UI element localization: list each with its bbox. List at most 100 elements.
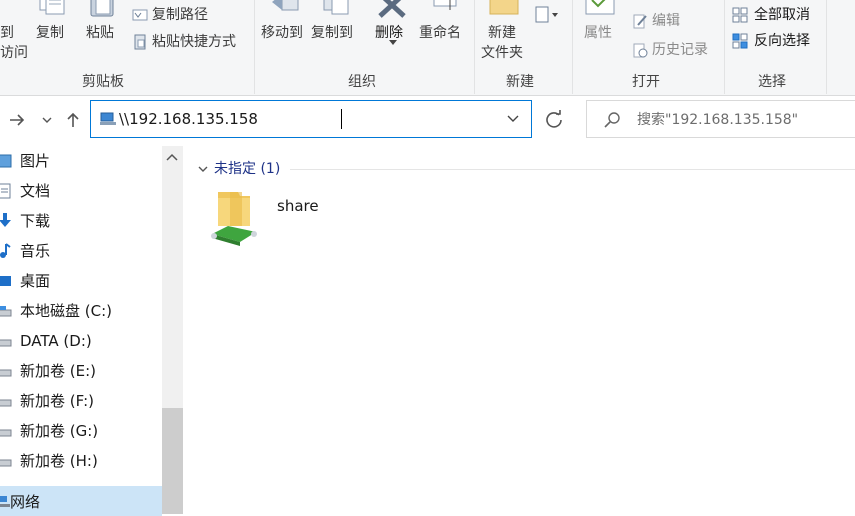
search-box[interactable]: 搜索"192.168.135.158" xyxy=(586,100,855,138)
copy-to-label: 复制到 xyxy=(311,25,353,41)
new-group-label: 新建 xyxy=(506,74,534,90)
new-folder-icon xyxy=(489,0,519,15)
drive-icon xyxy=(0,459,12,467)
nav-item-downloads[interactable]: 下载 xyxy=(0,206,162,236)
move-to-button[interactable]: 移动到 xyxy=(260,0,310,48)
new-folder-button[interactable]: 新建 文件夹 xyxy=(480,0,528,64)
nav-item-drive-g[interactable]: 新加卷 (G:) xyxy=(0,416,162,446)
desktop-icon xyxy=(0,276,11,286)
new-item-button[interactable] xyxy=(532,4,562,26)
nav-item-label: 新加卷 (E:) xyxy=(20,362,97,380)
move-to-icon xyxy=(272,0,299,11)
edit-button[interactable]: 编辑 xyxy=(630,11,700,31)
search-input[interactable]: 搜索"192.168.135.158" xyxy=(637,111,798,129)
documents-icon xyxy=(0,183,11,199)
nav-item-network[interactable]: 网络 xyxy=(0,486,162,516)
edit-label: 编辑 xyxy=(652,13,680,29)
select-group-label: 选择 xyxy=(758,74,786,90)
nav-item-drive-h[interactable]: 新加卷 (H:) xyxy=(0,446,162,476)
copy-path-label: 复制路径 xyxy=(152,7,208,23)
paste-label: 粘贴 xyxy=(86,25,114,41)
address-dropdown-icon[interactable] xyxy=(505,110,521,126)
group-divider xyxy=(290,169,855,170)
edit-icon xyxy=(633,14,647,29)
paste-shortcut-icon xyxy=(134,34,146,50)
group-separator xyxy=(572,0,573,94)
search-icon xyxy=(604,112,620,128)
pin-to-quick-access-label: 访问 xyxy=(0,45,28,61)
nav-item-label: 网络 xyxy=(10,493,41,511)
scroll-up-icon[interactable] xyxy=(164,150,180,164)
up-button[interactable] xyxy=(62,109,84,131)
recent-locations-button[interactable] xyxy=(36,109,58,131)
rename-label: 重命名 xyxy=(419,25,461,41)
address-path[interactable]: \\192.168.135.158 xyxy=(119,110,258,128)
properties-button[interactable]: 属性 xyxy=(580,0,624,52)
nav-item-desktop[interactable]: 桌面 xyxy=(0,266,162,296)
nav-item-label: 新加卷 (H:) xyxy=(20,452,98,470)
nav-item-music[interactable]: 音乐 xyxy=(0,236,162,266)
nav-item-label: 新加卷 (F:) xyxy=(20,392,94,410)
delete-dropdown-icon[interactable] xyxy=(389,40,397,46)
group-separator xyxy=(724,0,725,94)
drive-icon xyxy=(0,429,12,437)
forward-button[interactable] xyxy=(6,109,28,131)
pictures-icon xyxy=(0,154,12,168)
navigation-pane: 图片 文档 下载 音乐 桌面 本地磁盘 (C:) DATA (D:) 新加卷 (… xyxy=(0,146,186,516)
drive-icon xyxy=(0,399,12,407)
copy-to-icon xyxy=(323,0,349,15)
nav-item-label: DATA (D:) xyxy=(20,332,92,350)
new-folder-label-line2: 文件夹 xyxy=(481,45,523,61)
address-bar[interactable]: \\192.168.135.158 xyxy=(90,100,532,138)
nav-item-documents[interactable]: 文档 xyxy=(0,176,162,206)
history-button[interactable]: 历史记录 xyxy=(630,40,720,60)
scrollbar-thumb[interactable] xyxy=(162,408,183,514)
drive-icon xyxy=(0,369,12,377)
text-caret xyxy=(341,109,342,129)
delete-button[interactable]: 删除 xyxy=(372,0,412,48)
new-item-icon xyxy=(535,6,558,23)
copy-to-button[interactable]: 复制到 xyxy=(310,0,360,48)
nav-item-drive-c[interactable]: 本地磁盘 (C:) xyxy=(0,296,162,326)
rename-icon xyxy=(433,0,457,10)
pin-to-quick-access-button[interactable]: 到 xyxy=(0,24,14,42)
paste-shortcut-label: 粘贴快捷方式 xyxy=(152,34,236,50)
nav-item-drive-f[interactable]: 新加卷 (F:) xyxy=(0,386,162,416)
paste-icon xyxy=(90,0,114,17)
nav-item-drive-e[interactable]: 新加卷 (E:) xyxy=(0,356,162,386)
invert-selection-icon xyxy=(732,33,748,49)
item-name[interactable]: share xyxy=(277,197,319,215)
refresh-button[interactable] xyxy=(541,107,567,133)
group-header[interactable]: 未指定 (1) xyxy=(214,160,280,178)
downloads-icon xyxy=(0,213,11,227)
nav-item-label: 下载 xyxy=(20,212,51,230)
invert-selection-label: 反向选择 xyxy=(754,33,810,49)
invert-selection-button[interactable]: 反向选择 xyxy=(730,31,830,51)
shared-folder-icon[interactable] xyxy=(208,186,260,248)
copy-button[interactable]: 复制 xyxy=(34,0,70,44)
open-group-label: 打开 xyxy=(632,74,660,90)
move-to-label: 移动到 xyxy=(261,25,303,41)
history-label: 历史记录 xyxy=(652,42,708,58)
clipboard-group-label: 剪贴板 xyxy=(82,74,124,90)
refresh-icon xyxy=(546,110,562,128)
nav-item-label: 桌面 xyxy=(20,272,51,290)
nav-item-pictures[interactable]: 图片 xyxy=(0,146,162,176)
up-arrow-icon xyxy=(67,112,79,127)
nav-item-drive-d[interactable]: DATA (D:) xyxy=(0,326,162,356)
select-none-button[interactable]: 全部取消 xyxy=(730,5,830,25)
nav-item-label: 音乐 xyxy=(20,242,51,260)
forward-arrow-icon xyxy=(10,114,25,126)
organize-group-label: 组织 xyxy=(348,74,376,90)
paste-shortcut-button[interactable]: 粘贴快捷方式 xyxy=(130,32,250,52)
nav-item-label: 新加卷 (G:) xyxy=(20,422,99,440)
group-collapse-icon[interactable] xyxy=(196,162,210,176)
copy-path-button[interactable]: 复制路径 xyxy=(130,5,240,25)
properties-icon xyxy=(585,0,615,15)
paste-button[interactable]: 粘贴 xyxy=(84,0,120,44)
nav-item-label: 本地磁盘 (C:) xyxy=(20,302,112,320)
copy-label: 复制 xyxy=(36,25,64,41)
rename-button[interactable]: 重命名 xyxy=(418,0,468,48)
chevron-down-icon xyxy=(42,117,52,123)
select-none-label: 全部取消 xyxy=(754,7,810,23)
